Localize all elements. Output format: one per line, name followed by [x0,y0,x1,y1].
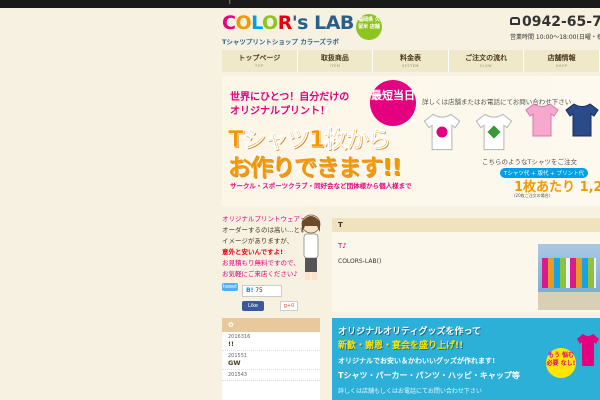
hero-target-text: サークル・スポーツクラブ・同好会など団体様から個人様まで [230,182,412,190]
goods-banner-line-4: Tシャツ・パーカー・パンツ・ハッピ・キャップ等 [338,371,520,380]
hero-tagline-1: 世界にひとつ！自分だけの [230,92,350,103]
goods-banner-line-1: オリジナルオリティグッズを作って [338,327,482,337]
goods-banner-line-5: 詳しくは店舗もしくはお電話にてお問い合わせ下さい [338,388,482,395]
gear-icon: ✿ [228,321,234,329]
tweet-button[interactable]: tweet [222,283,238,291]
gplus-icon: g+ [283,303,292,309]
navy-tshirt-icon [565,103,599,137]
pink-tshirt-icon [577,334,599,366]
article-text-2: COLORS-LAB() [338,258,382,265]
hatena-icon: B! [246,287,254,294]
news-item[interactable]: 201543 [222,370,320,381]
logo-wordmark: COLOR's LAB [222,12,354,34]
facebook-like-button[interactable]: Like [242,301,264,311]
green-print-tshirt-icon [475,113,513,151]
hero-banner[interactable]: 世界にひとつ！自分だけの オリジナルプリント！ 最短当日 Tシャツ1枚から お作… [222,76,600,206]
nav-top[interactable]: トップページ TOP [222,50,298,72]
white-tshirt-icon [423,113,461,151]
phone-number[interactable]: 0942-65-735 [510,14,600,30]
shop-floor [538,292,600,310]
google-plus-button[interactable]: g+0 [280,301,298,311]
nav-shop-info[interactable]: 店舗情報 SHOP [524,50,600,72]
article-heading: T [332,218,600,232]
goods-banner[interactable]: オリジナルオリティグッズを作って 新歓・謝恩・宴会を盛り上げ!! オリジナルでお… [332,318,600,400]
goods-banner-line-2: 新歓・謝恩・宴会を盛り上げ!! [338,341,464,351]
logo-subtitle: Tシャツプリントショップ カラーズラボ [222,38,339,46]
window-title: T [228,0,232,6]
location-badge: 福岡県 久留米 店舗 [356,14,382,40]
news-widget: ✿ 2016316 !! 201551 GW 201543 [222,318,320,400]
goods-banner-line-3: オリジナルでお安い＆かわいいグッズが作れます! [338,357,496,365]
phone-icon [510,17,520,25]
browser-top-bar: T [0,0,600,8]
shop-photo [538,244,600,310]
hero-order-note: こちらのようなTシャツをご注文 [482,158,577,166]
business-hours: 営業時間 10:00〜18:00(日曜・祝日) [510,34,600,41]
nav-items[interactable]: 取扱商品 ITEM [297,50,374,72]
hero-tagline-2: オリジナルプリント！ [230,106,330,117]
staff-illustration [301,214,321,280]
nav-pricing[interactable]: 料金表 SYSTEM [373,50,449,72]
social-buttons: tweet B! 75 Like g+0 [222,283,322,313]
no-worry-bubble: もう 悩む必要 なし! [546,348,576,378]
tshirt-rack [542,258,596,288]
main-nav: トップページ TOP 取扱商品 ITEM 料金表 SYSTEM ご注文の流れ FLOW … [222,50,600,72]
news-item[interactable]: 2016316 !! [222,332,320,351]
news-widget-title: ✿ [222,318,320,332]
nav-order-flow[interactable]: ご注文の流れ FLOW [448,50,525,72]
article-text-1: T♪ [338,242,347,250]
news-item[interactable]: 201551 GW [222,351,320,370]
hero-headline-2: お作りできます!! [228,155,402,181]
unit-price-note: (20枚ご注文の場合) [514,193,551,198]
hatena-bookmark-button[interactable]: B! 75 [242,285,282,297]
pink-tshirt-icon [525,103,559,137]
